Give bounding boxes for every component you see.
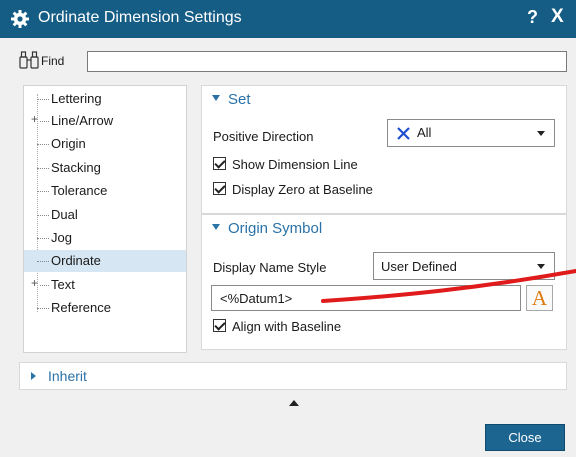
red-annotation-line <box>321 269 576 303</box>
